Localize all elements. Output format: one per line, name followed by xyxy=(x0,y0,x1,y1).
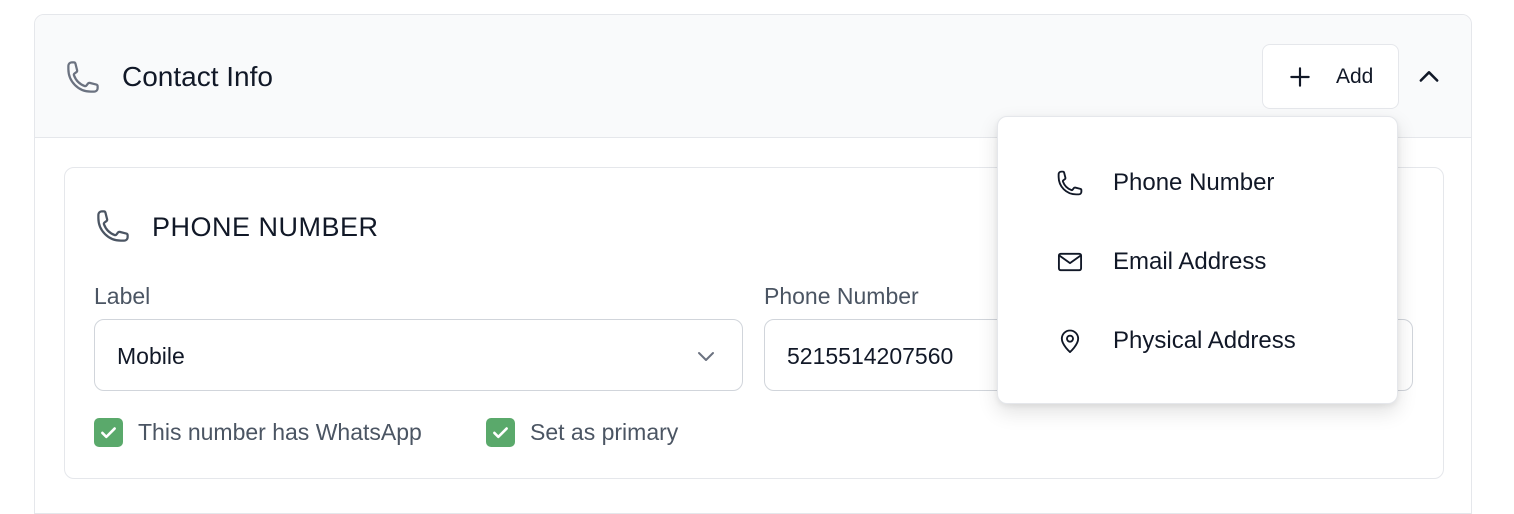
menu-item-label: Physical Address xyxy=(1113,327,1296,354)
map-pin-icon xyxy=(1056,327,1084,355)
menu-item-label: Email Address xyxy=(1113,248,1267,275)
label-select-value: Mobile xyxy=(117,343,185,369)
phone-entry-title: PHONE NUMBER xyxy=(152,212,379,242)
menu-item-label: Phone Number xyxy=(1113,169,1275,196)
whatsapp-checkbox-row[interactable]: This number has WhatsApp xyxy=(94,417,422,447)
phone-icon xyxy=(95,208,131,244)
plus-icon xyxy=(1287,64,1313,90)
add-button-label: Add xyxy=(1336,65,1374,88)
check-icon xyxy=(493,426,508,438)
menu-item-email-address[interactable]: Email Address xyxy=(998,222,1397,301)
phone-number-field-label: Phone Number xyxy=(764,283,919,309)
add-menu-dropdown: Phone Number Email Address Physical Addr… xyxy=(997,116,1398,404)
phone-icon xyxy=(65,59,101,95)
section-title: Contact Info xyxy=(122,61,273,92)
phone-icon xyxy=(1056,169,1084,197)
add-button[interactable]: Add xyxy=(1262,44,1399,109)
whatsapp-checkbox[interactable] xyxy=(94,417,123,447)
menu-item-physical-address[interactable]: Physical Address xyxy=(998,301,1397,380)
primary-checkbox[interactable] xyxy=(486,417,515,447)
primary-checkbox-label: Set as primary xyxy=(530,419,679,445)
check-icon xyxy=(101,426,116,438)
whatsapp-checkbox-label: This number has WhatsApp xyxy=(138,419,422,445)
mail-icon xyxy=(1056,248,1084,276)
chevron-up-icon[interactable] xyxy=(1415,63,1443,91)
primary-checkbox-row[interactable]: Set as primary xyxy=(486,417,678,447)
label-field-label: Label xyxy=(94,283,151,309)
chevron-down-icon xyxy=(694,344,718,368)
label-select[interactable]: Mobile xyxy=(94,319,743,391)
menu-item-phone-number[interactable]: Phone Number xyxy=(998,143,1397,222)
